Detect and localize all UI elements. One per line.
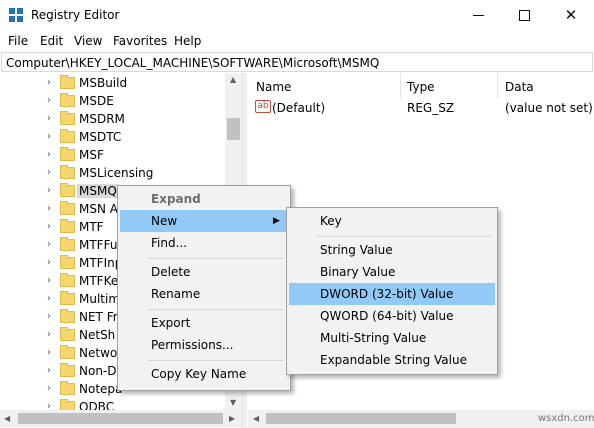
folder-icon (60, 237, 75, 251)
tree-item[interactable]: › MSDE (0, 93, 242, 111)
menu-view[interactable]: View (74, 34, 102, 48)
maximize-icon (519, 10, 530, 21)
chevron-right-icon[interactable]: › (47, 239, 51, 250)
folder-icon (60, 327, 75, 341)
tree-item[interactable]: › MSF (0, 147, 242, 165)
submenu-item-dword-value[interactable]: DWORD (32-bit) Value (289, 283, 495, 305)
folder-icon (60, 255, 75, 269)
maximize-button[interactable] (502, 0, 548, 31)
chevron-right-icon[interactable]: › (47, 149, 51, 160)
value-name[interactable]: (Default) (272, 101, 325, 115)
value-type: REG_SZ (407, 101, 455, 115)
column-divider[interactable] (400, 73, 401, 99)
menu-item-copy-key-name[interactable]: Copy Key Name (120, 363, 288, 385)
folder-icon (60, 291, 75, 305)
folder-icon (60, 129, 75, 143)
minimize-icon (473, 15, 484, 16)
folder-icon (60, 273, 75, 287)
scroll-down-icon[interactable]: ▼ (230, 398, 236, 407)
tree-horizontal-scrollbar[interactable]: ◀ ▶ (0, 410, 242, 427)
folder-icon (60, 345, 75, 359)
chevron-right-icon[interactable]: › (47, 293, 51, 304)
scroll-up-icon[interactable]: ▲ (230, 75, 236, 84)
address-bar[interactable]: Computer\HKEY_LOCAL_MACHINE\SOFTWARE\Mic… (1, 52, 593, 72)
column-divider[interactable] (497, 73, 498, 99)
window-title: Registry Editor (31, 8, 120, 22)
chevron-right-icon[interactable]: › (47, 221, 51, 232)
scroll-thumb[interactable] (266, 413, 456, 424)
menu-separator (148, 309, 284, 310)
new-submenu: Key String Value Binary Value DWORD (32-… (286, 207, 498, 375)
folder-icon (60, 147, 75, 161)
column-header-data[interactable]: Data (505, 80, 534, 94)
chevron-right-icon[interactable]: › (47, 257, 51, 268)
chevron-right-icon[interactable]: › (47, 185, 51, 196)
chevron-right-icon[interactable]: › (47, 113, 51, 124)
close-icon: ✕ (564, 6, 578, 24)
folder-icon (60, 381, 75, 395)
registry-editor-icon (9, 8, 23, 22)
menu-file[interactable]: File (8, 34, 28, 48)
value-data: (value not set) (505, 101, 593, 115)
menu-separator (148, 360, 284, 361)
folder-icon (60, 201, 75, 215)
folder-icon (60, 75, 75, 89)
scroll-thumb[interactable] (227, 118, 240, 140)
folder-icon (60, 363, 75, 377)
menu-item-delete[interactable]: Delete (120, 261, 288, 283)
menu-item-new[interactable]: New (120, 210, 288, 232)
tree-item[interactable]: › MSDTC (0, 129, 242, 147)
minimize-button[interactable] (456, 0, 502, 31)
chevron-right-icon[interactable]: › (47, 95, 51, 106)
scroll-left-icon[interactable]: ◀ (4, 414, 10, 423)
menu-item-expand[interactable]: Expand (120, 188, 288, 210)
tree-item[interactable]: › MSBuild (0, 75, 242, 93)
folder-icon (60, 309, 75, 323)
folder-icon (60, 93, 75, 107)
title-bar: Registry Editor ✕ (0, 0, 594, 31)
column-header-type[interactable]: Type (407, 80, 435, 94)
close-button[interactable]: ✕ (548, 0, 594, 31)
menu-help[interactable]: Help (174, 34, 201, 48)
tree-item[interactable]: › MSDRM (0, 111, 242, 129)
submenu-item-string-value[interactable]: String Value (289, 239, 495, 261)
tree-item[interactable]: › MSLicensing (0, 165, 242, 183)
menu-item-find[interactable]: Find... (120, 232, 288, 254)
scroll-left-icon[interactable]: ◀ (253, 414, 259, 423)
chevron-right-icon[interactable]: › (47, 329, 51, 340)
folder-icon (60, 183, 75, 197)
submenu-item-key[interactable]: Key (289, 210, 495, 232)
menu-item-rename[interactable]: Rename (120, 283, 288, 305)
scroll-thumb[interactable] (18, 413, 223, 424)
context-menu: Expand New ▶ Find... Delete Rename Expor… (117, 185, 291, 391)
folder-icon (60, 111, 75, 125)
scroll-right-icon[interactable]: ▶ (229, 414, 235, 423)
menu-favorites[interactable]: Favorites (113, 34, 167, 48)
chevron-right-icon[interactable]: › (47, 77, 51, 88)
chevron-right-icon[interactable]: › (47, 383, 51, 394)
folder-icon (60, 219, 75, 233)
watermark: wsxdn.com (538, 413, 594, 424)
chevron-right-icon[interactable]: › (47, 203, 51, 214)
submenu-item-expandable-string-value[interactable]: Expandable String Value (289, 349, 495, 371)
menu-separator (148, 258, 284, 259)
chevron-right-icon[interactable]: › (47, 275, 51, 286)
submenu-item-qword-value[interactable]: QWORD (64-bit) Value (289, 305, 495, 327)
column-header-name[interactable]: Name (256, 80, 291, 94)
chevron-right-icon[interactable]: › (47, 347, 51, 358)
chevron-right-icon[interactable]: › (47, 167, 51, 178)
folder-icon (60, 165, 75, 179)
menu-bar: File Edit View Favorites Help (0, 31, 594, 51)
menu-item-export[interactable]: Export (120, 312, 288, 334)
menu-edit[interactable]: Edit (40, 34, 63, 48)
chevron-right-icon[interactable]: › (47, 131, 51, 142)
menu-item-permissions[interactable]: Permissions... (120, 334, 288, 356)
chevron-right-icon[interactable]: › (47, 311, 51, 322)
chevron-right-icon[interactable]: › (47, 365, 51, 376)
submenu-item-binary-value[interactable]: Binary Value (289, 261, 495, 283)
string-value-icon: ab (255, 100, 271, 113)
submenu-item-multi-string-value[interactable]: Multi-String Value (289, 327, 495, 349)
submenu-arrow-icon: ▶ (273, 216, 280, 226)
menu-separator (317, 236, 491, 237)
